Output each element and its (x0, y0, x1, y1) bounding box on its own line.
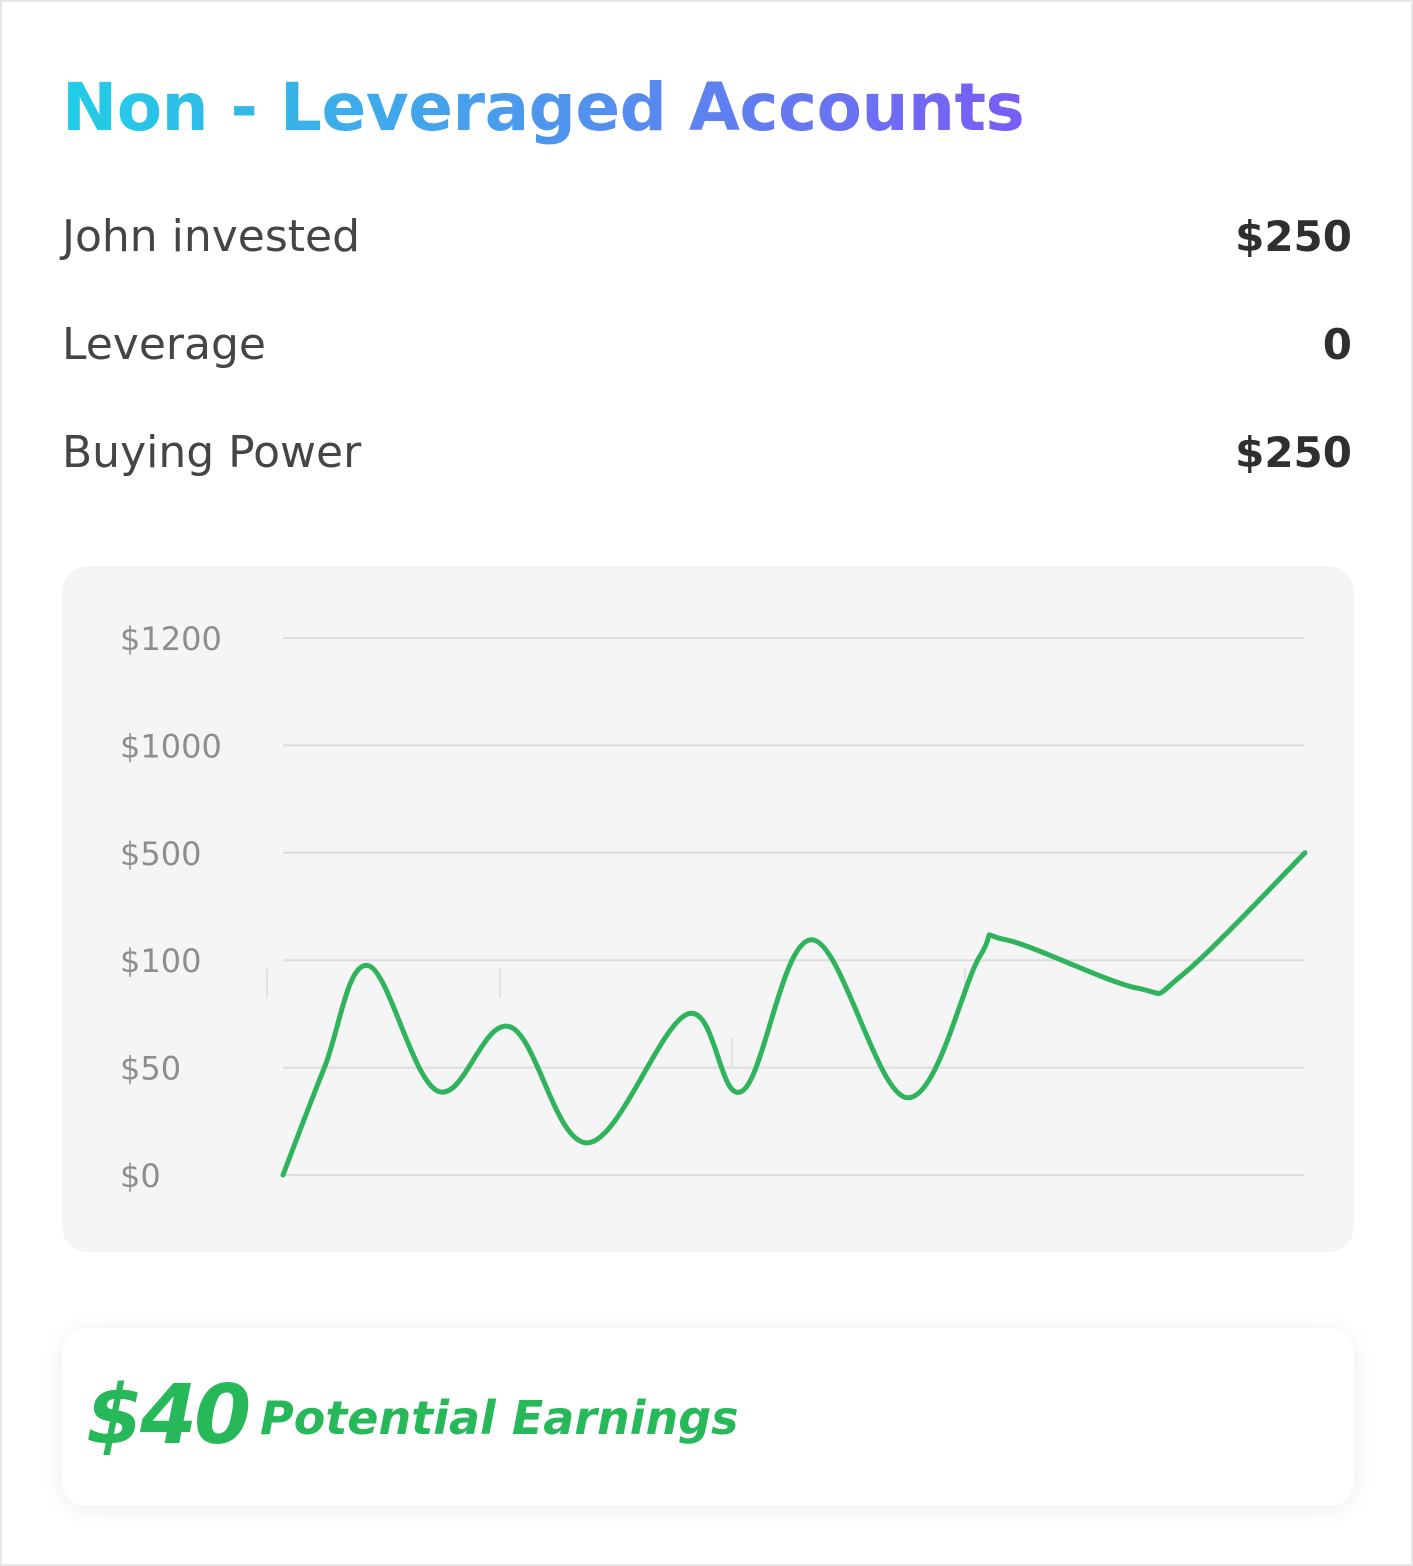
y-tick-label: $0 (120, 1157, 161, 1195)
line-chart: $1200 $1000 $500 $100 $50 $0 (120, 620, 1308, 1195)
account-card: Non - Leveraged Accounts John invested $… (0, 0, 1413, 1566)
page-title: Non - Leveraged Accounts (62, 64, 1025, 152)
earnings-box: $40 Potential Earnings (62, 1328, 1354, 1506)
stat-row-invested: John invested $250 (62, 206, 1352, 266)
stat-label: Leverage (62, 318, 266, 370)
chart-panel: $1200 $1000 $500 $100 $50 $0 (62, 566, 1354, 1252)
stat-row-buying-power: Buying Power $250 (62, 422, 1352, 482)
y-tick-label: $100 (120, 942, 201, 980)
y-tick-label: $1000 (120, 727, 222, 765)
stat-value: $250 (1235, 427, 1352, 477)
stat-label: John invested (62, 210, 361, 262)
stat-value: 0 (1322, 319, 1352, 369)
y-tick-label: $1200 (120, 620, 222, 658)
stat-value: $250 (1235, 211, 1352, 261)
stat-label: Buying Power (62, 426, 362, 478)
earnings-label: Potential Earnings (260, 1391, 739, 1445)
stat-row-leverage: Leverage 0 (62, 314, 1352, 374)
earnings-amount: $40 (86, 1368, 251, 1463)
y-tick-label: $50 (120, 1050, 181, 1088)
series-line (280, 850, 1308, 1178)
y-tick-label: $500 (120, 835, 201, 873)
